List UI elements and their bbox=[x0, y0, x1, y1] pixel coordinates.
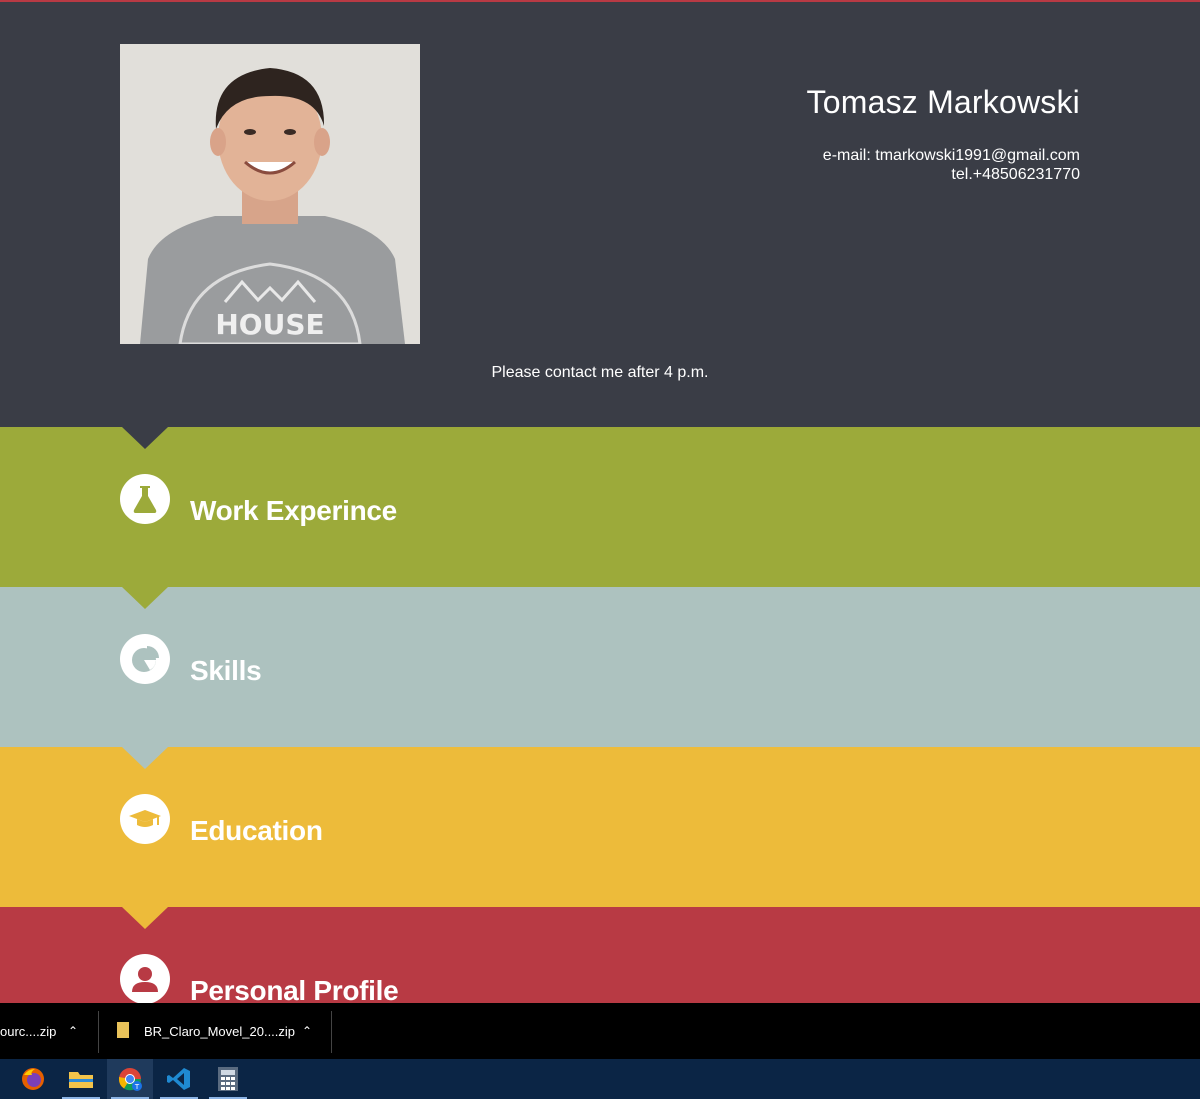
email-text[interactable]: e-mail: tmarkowski1991@gmail.com bbox=[823, 146, 1080, 165]
svg-text:T: T bbox=[134, 1083, 140, 1091]
download-filename: ourc....zip bbox=[0, 1023, 57, 1039]
file-explorer-icon[interactable] bbox=[58, 1059, 104, 1099]
download-bar: ourc....zip ⌃ BR_Claro_Movel_20....zip ⌃ bbox=[0, 1003, 1200, 1059]
section-education[interactable]: Education bbox=[0, 747, 1200, 907]
pie-chart-icon bbox=[120, 634, 170, 684]
download-item[interactable]: BR_Claro_Movel_20....zip ⌃ bbox=[99, 1003, 331, 1059]
section-title: Work Experince bbox=[190, 495, 397, 526]
contact-note: Please contact me after 4 p.m. bbox=[491, 364, 709, 381]
profile-name: Tomasz Markowski bbox=[806, 84, 1080, 120]
section-skills[interactable]: Skills bbox=[0, 587, 1200, 747]
zip-file-icon bbox=[117, 1022, 129, 1038]
section-work-experience[interactable]: Work Experince bbox=[0, 427, 1200, 587]
section-arrow bbox=[122, 427, 168, 449]
section-title: Education bbox=[190, 815, 323, 846]
section-title: Skills bbox=[190, 655, 262, 686]
section-title: Personal Profile bbox=[190, 975, 399, 1003]
chrome-icon[interactable]: T bbox=[107, 1059, 153, 1099]
section-arrow bbox=[122, 587, 168, 609]
divider bbox=[331, 1011, 332, 1053]
download-item[interactable]: ourc....zip ⌃ bbox=[0, 1003, 98, 1059]
download-filename: BR_Claro_Movel_20....zip bbox=[144, 1023, 296, 1039]
phone-text[interactable]: tel.+48506231770 bbox=[823, 165, 1080, 184]
header: HOUSE Tomasz Markowski e-mail: tmarkowsk… bbox=[0, 0, 1200, 427]
section-arrow bbox=[122, 907, 168, 929]
graduation-cap-icon bbox=[120, 794, 170, 844]
chevron-up-icon[interactable]: ⌃ bbox=[302, 1024, 312, 1038]
firefox-icon[interactable] bbox=[10, 1059, 56, 1099]
user-icon bbox=[120, 954, 170, 1003]
calculator-icon[interactable] bbox=[205, 1059, 251, 1099]
section-arrow bbox=[122, 747, 168, 769]
profile-photo: HOUSE bbox=[120, 44, 420, 344]
contact-info: e-mail: tmarkowski1991@gmail.com tel.+48… bbox=[823, 146, 1080, 184]
chevron-up-icon[interactable]: ⌃ bbox=[68, 1024, 78, 1038]
flask-icon bbox=[120, 474, 170, 524]
svg-text:HOUSE: HOUSE bbox=[215, 308, 324, 341]
vscode-icon[interactable] bbox=[156, 1059, 202, 1099]
taskbar: T bbox=[0, 1059, 1200, 1099]
section-personal-profile[interactable]: Personal Profile bbox=[0, 907, 1200, 1003]
